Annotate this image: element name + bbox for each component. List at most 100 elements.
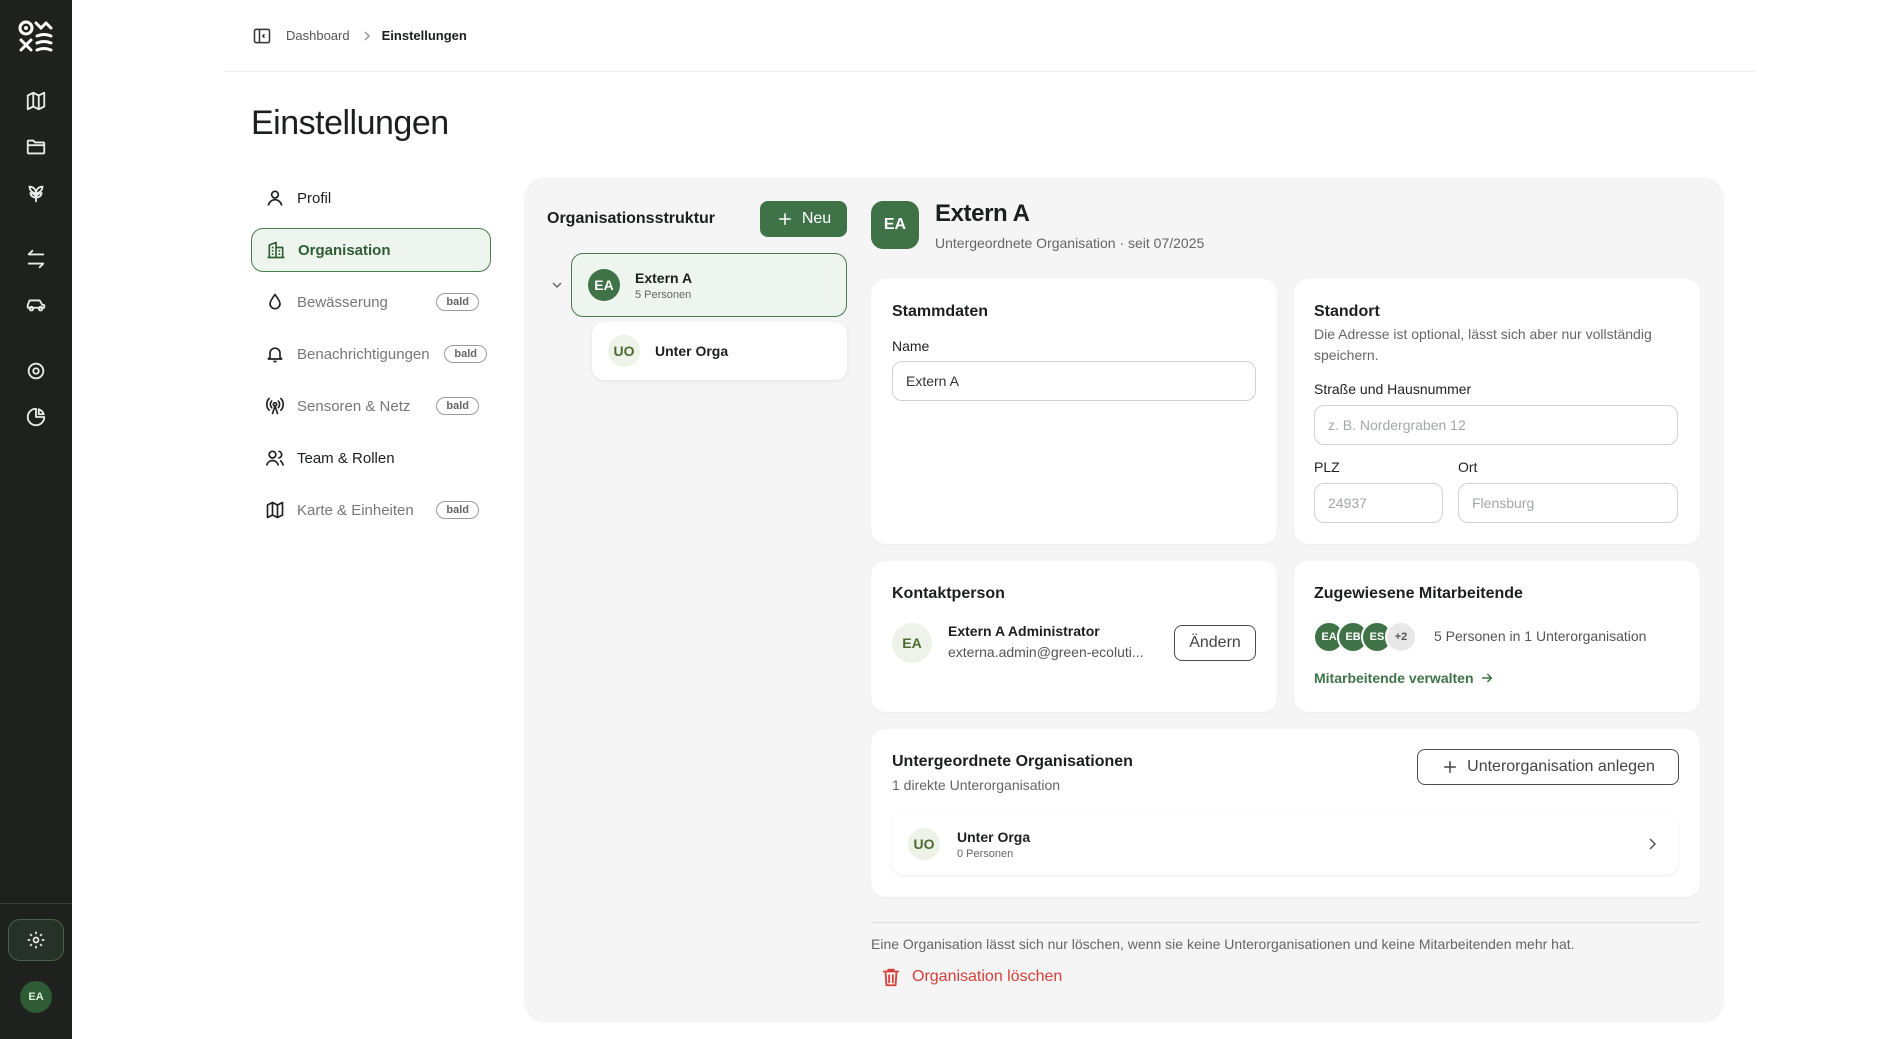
- unterorgs-count: 1 direkte Unterorganisation: [892, 777, 1061, 793]
- settings-button[interactable]: [8, 919, 64, 961]
- unterorg-list-item[interactable]: UO Unter Orga 0 Personen: [892, 813, 1678, 875]
- kontakt-card: Kontaktperson EA Extern A Administrator …: [871, 561, 1277, 712]
- add-unterorg-label: Unterorganisation anlegen: [1467, 758, 1655, 775]
- standort-description: Die Adresse ist optional, lässt sich abe…: [1314, 326, 1652, 363]
- nav-item-label: Karte & Einheiten: [297, 501, 414, 519]
- nav-item-label: Team & Rollen: [297, 449, 395, 467]
- org-subtitle: Untergeordnete Organisation · seit 07/20…: [935, 235, 1205, 251]
- change-label: Ändern: [1189, 634, 1241, 651]
- delete-organisation-button[interactable]: Organisation löschen: [880, 966, 1062, 988]
- street-label: Straße und Hausnummer: [1314, 381, 1472, 397]
- tree-node-root[interactable]: EA Extern A 5 Personen: [571, 253, 847, 317]
- member-overflow-count: +2: [1385, 621, 1417, 653]
- unterorg-name: Unter Orga: [957, 829, 1031, 845]
- node-avatar: EA: [588, 269, 620, 301]
- node-sub: 5 Personen: [635, 288, 692, 301]
- trash-icon: [882, 968, 900, 987]
- tree-title: Organisationsstruktur: [547, 210, 716, 227]
- sidebar-toggle-icon[interactable]: [250, 24, 274, 48]
- unterorg-sub: 0 Personen: [957, 848, 1014, 860]
- settings-nav: Profil Organisation Bewässerung bald Ben…: [251, 176, 491, 540]
- gear-icon: [27, 931, 45, 949]
- nav-item-benachrichtigungen[interactable]: Benachrichtigungen bald: [251, 332, 491, 376]
- name-input[interactable]: Extern A: [892, 361, 1256, 401]
- coming-soon-badge: bald: [444, 345, 487, 363]
- nav-item-label: Bewässerung: [297, 293, 388, 311]
- org-name: Extern A: [935, 200, 1030, 227]
- building-icon: [266, 240, 286, 260]
- stammdaten-card: Stammdaten Name Extern A: [871, 279, 1277, 544]
- node-name: Extern A: [635, 269, 693, 286]
- plus-icon: [1444, 761, 1457, 773]
- nav-item-organisation[interactable]: Organisation: [251, 228, 491, 272]
- unterorg-avatar: UO: [908, 828, 940, 860]
- street-input[interactable]: z. B. Nordergraben 12: [1314, 405, 1678, 445]
- app-rail: EA: [0, 0, 72, 1039]
- manage-members-link[interactable]: Mitarbeitende verwalten: [1314, 670, 1494, 686]
- nav-item-label: Profil: [297, 189, 332, 207]
- nav-item-profil[interactable]: Profil: [251, 176, 491, 220]
- breadcrumb-current: Einstellungen: [381, 28, 467, 43]
- contact-avatar: EA: [892, 623, 932, 663]
- contact-name: Extern A Administrator: [948, 623, 1100, 639]
- node-name: Unter Orga: [655, 343, 729, 359]
- member-summary: 5 Personen in 1 Unterorganisation: [1434, 628, 1647, 644]
- add-unterorg-button[interactable]: Unterorganisation anlegen: [1417, 749, 1679, 785]
- folder-icon[interactable]: [20, 131, 52, 163]
- new-organisation-button[interactable]: Neu: [760, 201, 847, 237]
- nav-item-team-rollen[interactable]: Team & Rollen: [251, 436, 491, 480]
- bell-icon: [265, 344, 285, 364]
- page-title: Einstellungen: [251, 104, 449, 142]
- new-button-label: Neu: [801, 210, 832, 227]
- nav-item-label: Benachrichtigungen: [297, 345, 430, 363]
- user-avatar[interactable]: EA: [20, 981, 52, 1013]
- delete-label: Organisation löschen: [912, 968, 1063, 985]
- map-icon[interactable]: [20, 85, 52, 117]
- name-label: Name: [892, 338, 930, 354]
- card-title: Stammdaten: [892, 303, 989, 320]
- danger-divider: [871, 922, 1700, 923]
- coming-soon-badge: bald: [436, 501, 479, 519]
- nav-item-label: Organisation: [298, 241, 391, 259]
- antenna-icon: [265, 396, 285, 416]
- plus-icon: [778, 213, 791, 225]
- card-title: Standort: [1314, 303, 1380, 320]
- app-logo-icon[interactable]: [16, 18, 56, 58]
- chevron-right-icon: [362, 30, 372, 41]
- nav-item-label: Sensoren & Netz: [297, 397, 411, 415]
- contact-email: externa.admin@green-ecoluti...: [948, 644, 1144, 660]
- change-contact-button[interactable]: Ändern: [1174, 625, 1256, 661]
- delete-note: Eine Organisation lässt sich nur löschen…: [871, 936, 1575, 952]
- manage-label: Mitarbeitende verwalten: [1314, 670, 1474, 686]
- chevron-right-icon: [1649, 838, 1657, 850]
- chevron-down-icon[interactable]: [549, 277, 565, 293]
- top-bar: Dashboard Einstellungen: [224, 0, 1754, 72]
- user-icon: [265, 188, 285, 208]
- ort-input[interactable]: Flensburg: [1458, 483, 1678, 523]
- users-icon: [265, 448, 285, 468]
- arrow-right-icon: [1481, 673, 1492, 683]
- tree-node-child[interactable]: UO Unter Orga: [592, 322, 847, 380]
- target-icon[interactable]: [20, 355, 52, 387]
- org-avatar: EA: [871, 201, 919, 249]
- plz-label: PLZ: [1314, 459, 1340, 475]
- card-title: Kontaktperson: [892, 585, 1005, 602]
- coming-soon-badge: bald: [436, 397, 479, 415]
- transfer-icon[interactable]: [20, 243, 52, 275]
- pie-chart-icon[interactable]: [20, 401, 52, 433]
- plz-input[interactable]: 24937: [1314, 483, 1443, 523]
- nav-item-bewaesserung[interactable]: Bewässerung bald: [251, 280, 491, 324]
- mitarbeitende-card: Zugewiesene Mitarbeitende EA EB ES +2 5 …: [1294, 561, 1700, 712]
- droplet-icon: [265, 292, 285, 312]
- card-title: Zugewiesene Mitarbeitende: [1314, 585, 1523, 602]
- ort-label: Ort: [1458, 459, 1478, 475]
- card-title: Untergeordnete Organisationen: [892, 753, 1133, 770]
- coming-soon-badge: bald: [436, 293, 479, 311]
- vehicle-icon[interactable]: [20, 289, 52, 321]
- breadcrumb-dashboard[interactable]: Dashboard: [286, 28, 350, 43]
- nav-item-karte[interactable]: Karte & Einheiten bald: [251, 488, 491, 532]
- standort-card: Standort Die Adresse ist optional, lässt…: [1294, 279, 1700, 544]
- rail-divider: [0, 903, 72, 904]
- plant-icon[interactable]: [20, 178, 52, 210]
- nav-item-sensoren[interactable]: Sensoren & Netz bald: [251, 384, 491, 428]
